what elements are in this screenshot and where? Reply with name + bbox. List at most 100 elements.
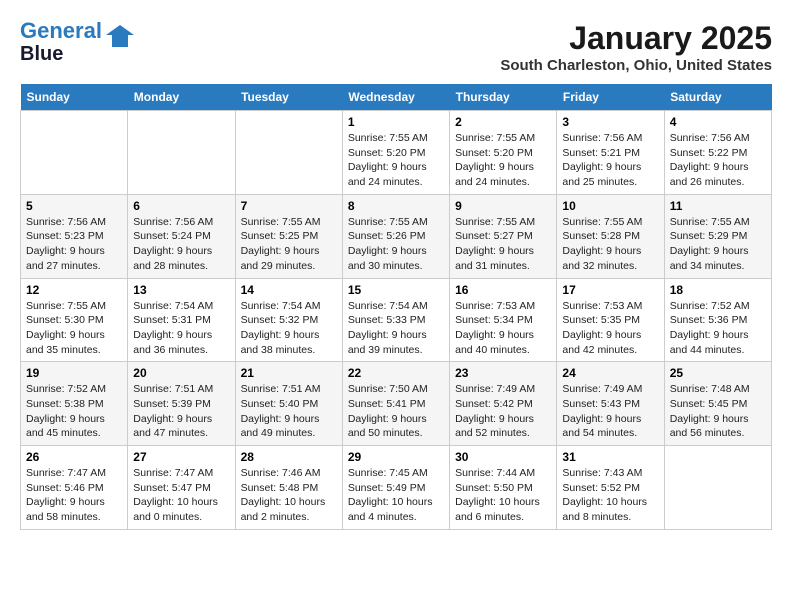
calendar-week-2: 5Sunrise: 7:56 AM Sunset: 5:23 PM Daylig… xyxy=(21,194,772,278)
calendar-cell: 24 Sunrise: 7:49 AM Sunset: 5:43 PM Dayli… xyxy=(557,362,664,446)
day-number: 24 xyxy=(562,366,658,380)
calendar-cell: 2 Sunrise: 7:55 AM Sunset: 5:20 PM Daylig… xyxy=(450,111,557,195)
day-number: 19 xyxy=(26,366,122,380)
calendar-cell: 17 Sunrise: 7:53 AM Sunset: 5:35 PM Dayli… xyxy=(557,278,664,362)
column-header-friday: Friday xyxy=(557,84,664,111)
day-info: Sunrise: 7:46 AM Sunset: 5:48 PM Dayligh… xyxy=(241,466,337,525)
column-header-sunday: Sunday xyxy=(21,84,128,111)
calendar-cell: 7 Sunrise: 7:55 AM Sunset: 5:25 PM Daylig… xyxy=(235,194,342,278)
day-info: Sunrise: 7:51 AM Sunset: 5:39 PM Dayligh… xyxy=(133,382,229,441)
logo-icon xyxy=(106,25,134,52)
day-number: 17 xyxy=(562,283,658,297)
day-info: Sunrise: 7:55 AM Sunset: 5:25 PM Dayligh… xyxy=(241,215,337,274)
calendar-cell: 28 Sunrise: 7:46 AM Sunset: 5:48 PM Dayli… xyxy=(235,446,342,530)
calendar-cell: 9Sunrise: 7:55 AM Sunset: 5:27 PM Daylig… xyxy=(450,194,557,278)
day-info: Sunrise: 7:53 AM Sunset: 5:34 PM Dayligh… xyxy=(455,299,551,358)
calendar-cell: 12 Sunrise: 7:55 AM Sunset: 5:30 PM Dayli… xyxy=(21,278,128,362)
day-info: Sunrise: 7:49 AM Sunset: 5:43 PM Dayligh… xyxy=(562,382,658,441)
day-number: 26 xyxy=(26,450,122,464)
calendar-cell: 25 Sunrise: 7:48 AM Sunset: 5:45 PM Dayli… xyxy=(664,362,771,446)
day-info: Sunrise: 7:53 AM Sunset: 5:35 PM Dayligh… xyxy=(562,299,658,358)
day-info: Sunrise: 7:47 AM Sunset: 5:47 PM Dayligh… xyxy=(133,466,229,525)
day-info: Sunrise: 7:55 AM Sunset: 5:26 PM Dayligh… xyxy=(348,215,444,274)
day-number: 12 xyxy=(26,283,122,297)
day-number: 25 xyxy=(670,366,766,380)
column-header-thursday: Thursday xyxy=(450,84,557,111)
day-info: Sunrise: 7:52 AM Sunset: 5:36 PM Dayligh… xyxy=(670,299,766,358)
day-info: Sunrise: 7:50 AM Sunset: 5:41 PM Dayligh… xyxy=(348,382,444,441)
day-info: Sunrise: 7:55 AM Sunset: 5:27 PM Dayligh… xyxy=(455,215,551,274)
day-number: 6 xyxy=(133,199,229,213)
calendar-cell: 19Sunrise: 7:52 AM Sunset: 5:38 PM Dayli… xyxy=(21,362,128,446)
day-number: 29 xyxy=(348,450,444,464)
calendar-cell: 15 Sunrise: 7:54 AM Sunset: 5:33 PM Dayli… xyxy=(342,278,449,362)
calendar-cell: 22Sunrise: 7:50 AM Sunset: 5:41 PM Dayli… xyxy=(342,362,449,446)
calendar-cell xyxy=(235,111,342,195)
calendar-cell: 26 Sunrise: 7:47 AM Sunset: 5:46 PM Dayli… xyxy=(21,446,128,530)
day-info: Sunrise: 7:54 AM Sunset: 5:31 PM Dayligh… xyxy=(133,299,229,358)
column-header-tuesday: Tuesday xyxy=(235,84,342,111)
column-header-saturday: Saturday xyxy=(664,84,771,111)
calendar-cell: 27 Sunrise: 7:47 AM Sunset: 5:47 PM Dayli… xyxy=(128,446,235,530)
calendar-cell: 11 Sunrise: 7:55 AM Sunset: 5:29 PM Dayli… xyxy=(664,194,771,278)
day-number: 28 xyxy=(241,450,337,464)
header-row: SundayMondayTuesdayWednesdayThursdayFrid… xyxy=(21,84,772,111)
day-info: Sunrise: 7:54 AM Sunset: 5:33 PM Dayligh… xyxy=(348,299,444,358)
day-info: Sunrise: 7:47 AM Sunset: 5:46 PM Dayligh… xyxy=(26,466,122,525)
day-number: 1 xyxy=(348,115,444,129)
calendar-cell xyxy=(21,111,128,195)
page-header: General Blue January 2025 South Charlest… xyxy=(20,20,772,74)
logo: General Blue xyxy=(20,20,134,64)
calendar-title: January 2025 xyxy=(500,20,772,57)
day-number: 18 xyxy=(670,283,766,297)
calendar-week-5: 26 Sunrise: 7:47 AM Sunset: 5:46 PM Dayli… xyxy=(21,446,772,530)
calendar-cell: 30 Sunrise: 7:44 AM Sunset: 5:50 PM Dayli… xyxy=(450,446,557,530)
day-info: Sunrise: 7:55 AM Sunset: 5:28 PM Dayligh… xyxy=(562,215,658,274)
day-number: 27 xyxy=(133,450,229,464)
calendar-week-3: 12 Sunrise: 7:55 AM Sunset: 5:30 PM Dayli… xyxy=(21,278,772,362)
calendar-cell: 3 Sunrise: 7:56 AM Sunset: 5:21 PM Daylig… xyxy=(557,111,664,195)
calendar-cell: 6 Sunrise: 7:56 AM Sunset: 5:24 PM Daylig… xyxy=(128,194,235,278)
day-info: Sunrise: 7:55 AM Sunset: 5:20 PM Dayligh… xyxy=(455,131,551,190)
day-info: Sunrise: 7:44 AM Sunset: 5:50 PM Dayligh… xyxy=(455,466,551,525)
calendar-cell: 5Sunrise: 7:56 AM Sunset: 5:23 PM Daylig… xyxy=(21,194,128,278)
day-info: Sunrise: 7:56 AM Sunset: 5:23 PM Dayligh… xyxy=(26,215,122,274)
day-number: 23 xyxy=(455,366,551,380)
day-number: 15 xyxy=(348,283,444,297)
day-number: 30 xyxy=(455,450,551,464)
day-number: 2 xyxy=(455,115,551,129)
day-number: 20 xyxy=(133,366,229,380)
day-number: 11 xyxy=(670,199,766,213)
calendar-cell: 8 Sunrise: 7:55 AM Sunset: 5:26 PM Daylig… xyxy=(342,194,449,278)
day-info: Sunrise: 7:55 AM Sunset: 5:29 PM Dayligh… xyxy=(670,215,766,274)
calendar-cell: 18 Sunrise: 7:52 AM Sunset: 5:36 PM Dayli… xyxy=(664,278,771,362)
calendar-cell: 10 Sunrise: 7:55 AM Sunset: 5:28 PM Dayli… xyxy=(557,194,664,278)
day-info: Sunrise: 7:43 AM Sunset: 5:52 PM Dayligh… xyxy=(562,466,658,525)
day-number: 10 xyxy=(562,199,658,213)
calendar-cell: 29 Sunrise: 7:45 AM Sunset: 5:49 PM Dayli… xyxy=(342,446,449,530)
calendar-cell xyxy=(128,111,235,195)
day-number: 21 xyxy=(241,366,337,380)
calendar-cell xyxy=(664,446,771,530)
calendar-cell: 21 Sunrise: 7:51 AM Sunset: 5:40 PM Dayli… xyxy=(235,362,342,446)
day-info: Sunrise: 7:51 AM Sunset: 5:40 PM Dayligh… xyxy=(241,382,337,441)
calendar-cell: 31 Sunrise: 7:43 AM Sunset: 5:52 PM Dayli… xyxy=(557,446,664,530)
day-number: 8 xyxy=(348,199,444,213)
column-header-wednesday: Wednesday xyxy=(342,84,449,111)
day-info: Sunrise: 7:54 AM Sunset: 5:32 PM Dayligh… xyxy=(241,299,337,358)
calendar-cell: 23Sunrise: 7:49 AM Sunset: 5:42 PM Dayli… xyxy=(450,362,557,446)
day-number: 3 xyxy=(562,115,658,129)
calendar-table: SundayMondayTuesdayWednesdayThursdayFrid… xyxy=(20,84,772,530)
day-number: 31 xyxy=(562,450,658,464)
logo-text: General Blue xyxy=(20,20,102,64)
day-number: 7 xyxy=(241,199,337,213)
day-info: Sunrise: 7:56 AM Sunset: 5:24 PM Dayligh… xyxy=(133,215,229,274)
day-info: Sunrise: 7:55 AM Sunset: 5:30 PM Dayligh… xyxy=(26,299,122,358)
calendar-cell: 4Sunrise: 7:56 AM Sunset: 5:22 PM Daylig… xyxy=(664,111,771,195)
day-number: 4 xyxy=(670,115,766,129)
day-info: Sunrise: 7:56 AM Sunset: 5:21 PM Dayligh… xyxy=(562,131,658,190)
calendar-cell: 16Sunrise: 7:53 AM Sunset: 5:34 PM Dayli… xyxy=(450,278,557,362)
day-info: Sunrise: 7:45 AM Sunset: 5:49 PM Dayligh… xyxy=(348,466,444,525)
calendar-cell: 20 Sunrise: 7:51 AM Sunset: 5:39 PM Dayli… xyxy=(128,362,235,446)
day-info: Sunrise: 7:48 AM Sunset: 5:45 PM Dayligh… xyxy=(670,382,766,441)
